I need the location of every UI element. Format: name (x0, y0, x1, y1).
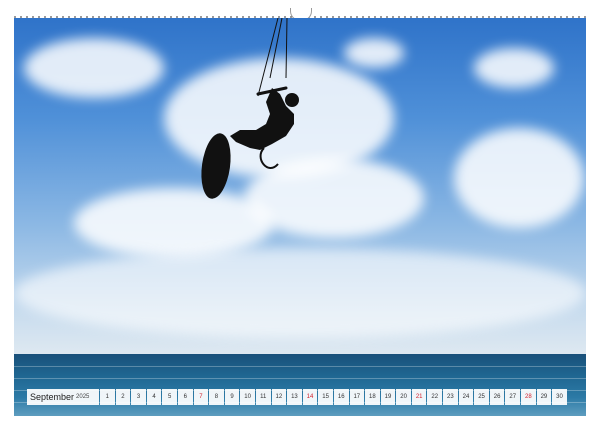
day-cell: 4 (146, 389, 162, 405)
day-cell: 13 (287, 389, 302, 405)
day-cell: 10 (240, 389, 255, 405)
day-cell: 12 (271, 389, 287, 405)
day-cell: 8 (209, 389, 224, 405)
cloud (474, 48, 554, 88)
sea (14, 354, 586, 416)
cloud (344, 38, 404, 68)
day-cell: 20 (396, 389, 411, 405)
day-cell: 22 (427, 389, 443, 405)
day-cell: 29 (536, 389, 552, 405)
cloud (14, 248, 586, 338)
day-cell: 14 (302, 389, 318, 405)
year-label: 2025 (76, 394, 90, 400)
kitesurfer-silhouette (201, 18, 299, 199)
calendar-photo (14, 18, 586, 416)
day-cell: 1 (100, 389, 115, 405)
calendar-day-strip: September 2025 1 2 3 4 5 6 7 8 9 10 11 12 13 14 15 16 17… (27, 389, 567, 405)
day-cell: 27 (505, 389, 521, 405)
month-name: September (30, 392, 75, 402)
day-cell: 6 (177, 389, 193, 405)
month-label: September 2025 (27, 389, 99, 405)
day-cell: 15 (318, 389, 333, 405)
day-cell: 9 (224, 389, 240, 405)
cloud (454, 128, 584, 228)
day-cell: 21 (411, 389, 427, 405)
day-cell: 17 (349, 389, 365, 405)
day-cell: 28 (521, 389, 536, 405)
day-cell: 2 (115, 389, 131, 405)
day-cell: 23 (443, 389, 458, 405)
day-cell: 16 (333, 389, 349, 405)
cloud (24, 38, 164, 98)
day-cell: 5 (162, 389, 177, 405)
day-cell: 19 (380, 389, 396, 405)
day-cell: 30 (552, 389, 567, 405)
day-cell: 26 (489, 389, 505, 405)
day-cell: 11 (255, 389, 271, 405)
day-cell: 7 (193, 389, 209, 405)
day-cell: 18 (365, 389, 380, 405)
day-cell: 3 (131, 389, 146, 405)
day-cell: 25 (474, 389, 489, 405)
day-cell: 24 (458, 389, 474, 405)
